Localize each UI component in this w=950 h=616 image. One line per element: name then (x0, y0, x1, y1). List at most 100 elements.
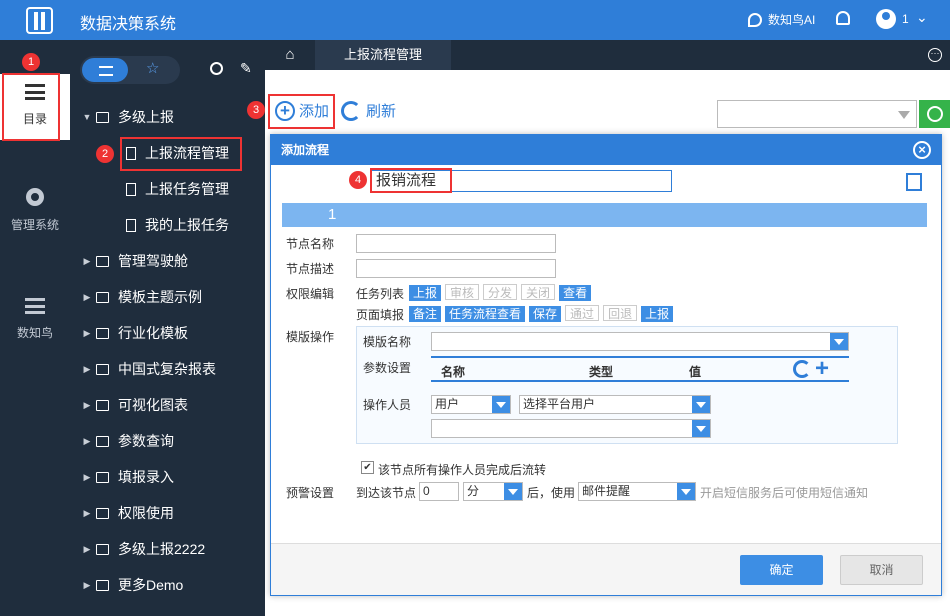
ai-assistant-button[interactable]: 数知鸟AI (748, 11, 815, 28)
chip-close[interactable]: 关闭 (521, 284, 556, 300)
search-combo[interactable] (717, 100, 917, 128)
more-icon[interactable]: ··· (928, 48, 942, 62)
page-fill-label: 页面填报 (356, 308, 405, 322)
tree-item[interactable]: ▶ 填报录入 (70, 465, 265, 489)
file-icon (126, 218, 136, 232)
chip-save[interactable]: 保存 (529, 306, 562, 322)
flow-checkbox[interactable]: ✔ (361, 461, 374, 474)
chip-flow-view[interactable]: 任务流程查看 (445, 306, 526, 322)
home-icon[interactable]: ⌂ (265, 40, 315, 70)
chevron-down-icon[interactable]: ⌄ (916, 9, 928, 26)
add-flow-dialog: 添加流程 × 报销流程 1 节点名称 节点描述 权限编辑 任务列表 上报 审核 分发… (270, 134, 942, 596)
tree-item[interactable]: ▶ 可视化图表 (70, 393, 265, 417)
notify-select[interactable]: 邮件提醒 (578, 482, 696, 501)
caret-right-icon: ▶ (83, 507, 91, 518)
node-desc-label: 节点描述 (286, 262, 335, 276)
chip-submit[interactable]: 上报 (641, 306, 674, 322)
tree-item-label: 多级上报 (118, 109, 174, 125)
tree-item[interactable]: ▶ 权限使用 (70, 501, 265, 525)
list-view-button[interactable] (82, 58, 128, 82)
tree-item-label: 模板主题示例 (118, 289, 202, 305)
plus-icon[interactable]: + (815, 357, 829, 381)
node-name-input[interactable] (356, 234, 556, 253)
chevron-down-icon (692, 420, 710, 437)
tree-item-label: 中国式复杂报表 (118, 361, 216, 377)
tree-item[interactable]: ▶ 更多Demo (70, 573, 265, 597)
node-desc-input[interactable] (356, 259, 556, 278)
tree-item-label: 多级上报2222 (118, 541, 206, 557)
tree-item[interactable]: ▶ 多级上报2222 (70, 537, 265, 561)
step-badge: 2 (96, 145, 114, 163)
col-value: 值 (689, 365, 702, 379)
bell-icon[interactable] (836, 11, 850, 25)
tpl-op-label: 模版操作 (286, 330, 335, 344)
col-name: 名称 (441, 365, 466, 379)
folder-icon (96, 579, 109, 591)
caret-right-icon: ▶ (83, 435, 91, 446)
triangle-down-icon (898, 111, 910, 119)
tree-item[interactable]: ▶ 模板主题示例 (70, 285, 265, 309)
chip-back[interactable]: 回退 (603, 305, 638, 321)
tab-report-flow[interactable]: 上报流程管理 (315, 40, 451, 70)
notify-hint: 开启短信服务后可使用短信通知 (700, 486, 869, 500)
unit-select[interactable]: 分 (463, 482, 523, 501)
tree-item[interactable]: ▶ 中国式复杂报表 (70, 357, 265, 381)
app-title: 数据决策系统 (80, 16, 177, 33)
task-list-label: 任务列表 (356, 287, 405, 301)
operator-select[interactable]: 选择平台用户 (519, 395, 711, 414)
search-icon[interactable] (210, 62, 223, 75)
refresh-icon[interactable] (793, 360, 811, 378)
avatar[interactable] (876, 9, 896, 29)
tree-item[interactable]: 上报任务管理 (70, 177, 265, 201)
search-button[interactable] (919, 100, 950, 128)
nav-item-management[interactable]: 管理系统 (0, 188, 70, 233)
tpl-name-label: 模版名称 (363, 335, 412, 349)
chevron-down-icon (830, 333, 848, 350)
chip-remark[interactable]: 备注 (409, 306, 442, 322)
catalog-tree: ☆ ✎ ▼ 多级上报 上报流程管理 上报任务管理 我的上报任务 ▶ 管理驾驶舱 ▶… (70, 40, 265, 616)
pin-icon[interactable]: ✎ (240, 60, 252, 77)
tree-item-label: 更多Demo (118, 577, 184, 593)
tree-item[interactable]: ▶ 参数查询 (70, 429, 265, 453)
template-select[interactable] (431, 332, 849, 351)
tree-item-label: 我的上报任务 (145, 217, 229, 233)
tree-item-label: 填报录入 (118, 469, 174, 485)
folder-icon (96, 111, 109, 123)
operator-type-select[interactable]: 用户 (431, 395, 511, 414)
gear-icon (26, 188, 44, 206)
refresh-button[interactable]: 刷新 (341, 100, 396, 121)
tree-item[interactable]: ▶ 行业化模板 (70, 321, 265, 345)
tree-item-label: 行业化模板 (118, 325, 188, 341)
close-icon[interactable]: × (913, 141, 931, 159)
chip-pass[interactable]: 通过 (565, 305, 600, 321)
caret-right-icon: ▶ (83, 579, 91, 590)
operator-label: 操作人员 (363, 398, 412, 412)
folder-icon (96, 363, 109, 375)
star-icon[interactable]: ☆ (146, 59, 159, 77)
app-logo-icon (26, 7, 53, 34)
caret-right-icon: ▶ (83, 363, 91, 374)
chip-audit[interactable]: 审核 (445, 284, 480, 300)
param-label: 参数设置 (363, 361, 412, 375)
folder-icon (96, 291, 109, 303)
tree-item[interactable]: 我的上报任务 (70, 213, 265, 237)
folder-icon (96, 471, 109, 483)
cancel-button[interactable]: 取消 (840, 555, 923, 585)
tree-item[interactable]: ▼ 多级上报 (70, 105, 265, 129)
tree-item[interactable]: ▶ 管理驾驶舱 (70, 249, 265, 273)
copy-icon[interactable] (906, 173, 922, 191)
nav-item-shuzhiniao[interactable]: 数知鸟 (0, 298, 70, 341)
chip-view[interactable]: 查看 (559, 285, 592, 301)
highlight-box (268, 94, 335, 129)
col-type: 类型 (589, 365, 614, 379)
nav-item-label: 数知鸟 (16, 326, 53, 340)
chip-dispatch[interactable]: 分发 (483, 284, 518, 300)
chip-report[interactable]: 上报 (409, 285, 442, 301)
reach-value-input[interactable]: 0 (419, 482, 459, 501)
caret-right-icon: ▶ (83, 327, 91, 338)
perm-label: 权限编辑 (286, 287, 335, 301)
operator-type-value: 用户 (435, 397, 460, 411)
confirm-button[interactable]: 确定 (740, 555, 823, 585)
caret-right-icon: ▶ (83, 399, 91, 410)
operator-extra-select[interactable] (431, 419, 711, 438)
